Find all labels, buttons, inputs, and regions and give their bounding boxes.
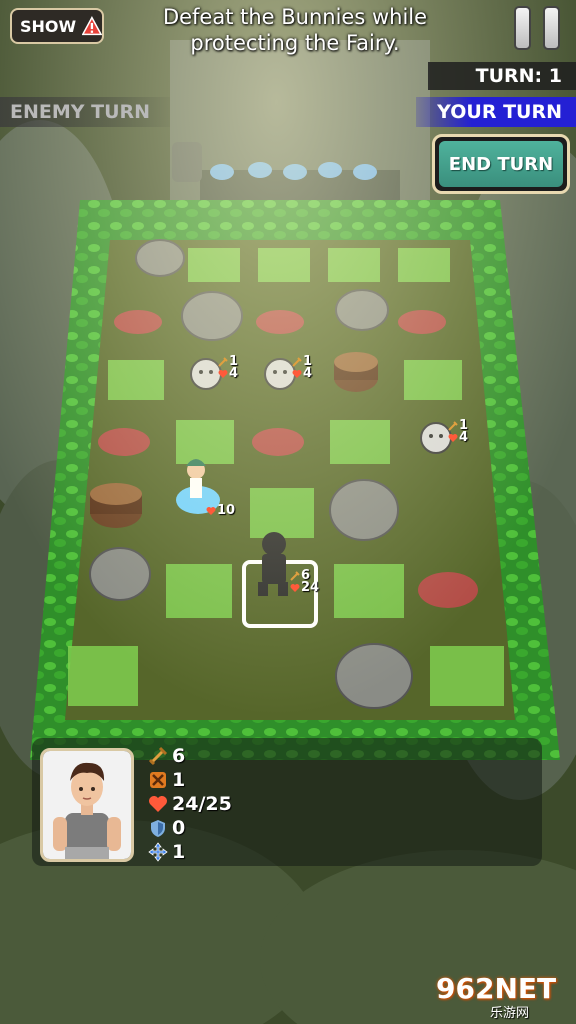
- hero-portrait[interactable]: [40, 748, 134, 862]
- enemy-turn-indicator: ENEMY TURN: [0, 97, 170, 127]
- pause-button[interactable]: [514, 6, 560, 52]
- end-turn-button[interactable]: END TURN: [432, 134, 570, 194]
- hero-portrait-image: [43, 751, 131, 859]
- heart-icon: [292, 370, 302, 378]
- show-label: SHOW: [20, 16, 77, 36]
- stat-defense: 0: [148, 816, 232, 840]
- bunny-2-stats[interactable]: 1 4: [292, 355, 313, 381]
- stat-range: 1: [148, 768, 232, 792]
- turn-counter: TURN: 1: [428, 62, 576, 90]
- watermark-main: 962NET: [436, 972, 557, 1005]
- bunny-1-health: 4: [229, 366, 239, 381]
- stat-attack: 6: [148, 744, 232, 768]
- end-turn-label: END TURN: [439, 141, 563, 187]
- bunny-2-health: 4: [303, 366, 313, 381]
- hero-stats[interactable]: 6 24: [290, 569, 320, 595]
- heart-icon: [206, 507, 216, 515]
- stat-health: 24/25: [148, 792, 232, 816]
- fairy-health: 10: [217, 503, 236, 518]
- game-board: SHOW Defeat the Bunnies while protecting…: [0, 0, 576, 1024]
- sword-icon: [292, 357, 302, 367]
- stat-movement: 1: [148, 840, 232, 864]
- movement-icon: [148, 842, 168, 862]
- heart-icon: [290, 584, 300, 592]
- watermark-logo: 962NET 乐游网: [436, 972, 570, 1021]
- unit-stats-list: 6 1 24/25 0 1: [148, 744, 232, 864]
- pause-bar-right: [543, 6, 560, 50]
- heart-icon: [448, 434, 458, 442]
- stat-movement-value: 1: [172, 841, 186, 863]
- your-turn-indicator: YOUR TURN: [416, 97, 576, 127]
- heart-icon: [149, 796, 167, 812]
- show-button[interactable]: SHOW: [10, 8, 104, 44]
- shield-icon: [151, 820, 165, 837]
- warning-icon: [82, 16, 102, 36]
- bunny-1-stats[interactable]: 1 4: [218, 355, 239, 381]
- objective-line-1: Defeat the Bunnies while: [162, 5, 428, 29]
- sword-icon: [148, 746, 168, 766]
- objective-text: Defeat the Bunnies while protecting the …: [140, 4, 450, 56]
- watermark-sub: 乐游网: [490, 1006, 530, 1021]
- stat-range-value: 1: [172, 769, 186, 791]
- stat-defense-value: 0: [172, 817, 186, 839]
- pause-bar-left: [514, 6, 531, 50]
- objective-line-2: protecting the Fairy.: [190, 31, 400, 55]
- bunny-3-stats[interactable]: 1 4: [448, 419, 469, 445]
- stat-attack-value: 6: [172, 745, 186, 767]
- sword-icon: [448, 421, 458, 431]
- stat-health-value: 24/25: [172, 793, 232, 815]
- bunny-3-health: 4: [459, 430, 469, 445]
- range-icon: [150, 772, 166, 788]
- sword-icon: [218, 357, 228, 367]
- heart-icon: [218, 370, 228, 378]
- fairy-stats[interactable]: 10: [206, 503, 236, 518]
- sword-icon: [290, 571, 300, 581]
- hero-health: 24: [301, 580, 320, 595]
